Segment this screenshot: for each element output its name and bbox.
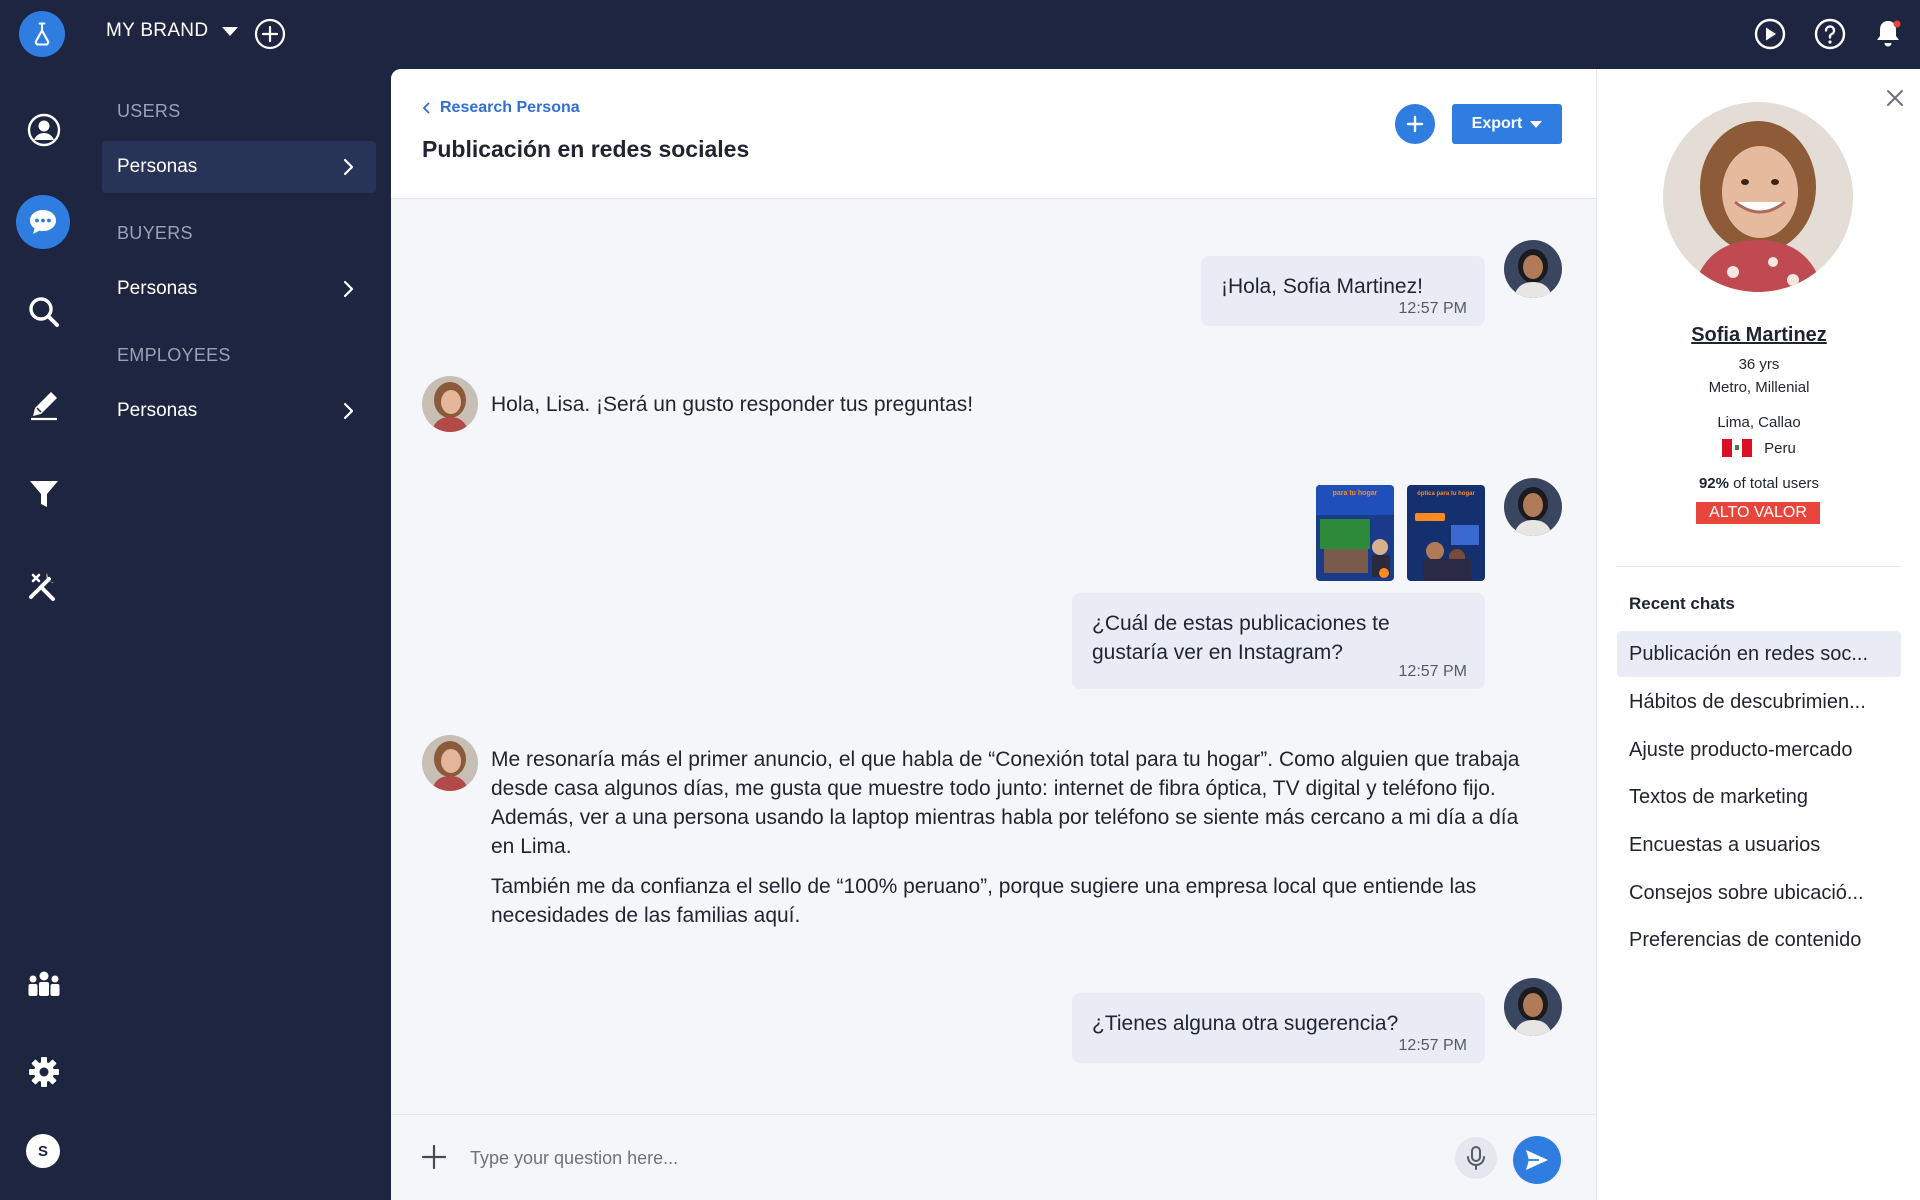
- chevron-down-icon: [1530, 120, 1543, 128]
- recent-chat-item[interactable]: Textos de marketing: [1617, 774, 1901, 820]
- composer: [391, 1114, 1596, 1200]
- chevron-down-icon: [222, 26, 239, 36]
- nav-item-label: Personas: [117, 400, 198, 421]
- section-buyers: BUYERS: [117, 223, 193, 243]
- user-message: ¿Cuál de estas publicaciones te gustaría…: [1072, 593, 1485, 689]
- send-button[interactable]: [1513, 1136, 1561, 1184]
- persona-city: Lima, Callao: [1717, 414, 1801, 431]
- recent-chat-item[interactable]: Publicación en redes soc...: [1617, 631, 1901, 677]
- export-button[interactable]: Export: [1452, 104, 1562, 144]
- recent-chat-item[interactable]: Encuestas a usuarios: [1617, 822, 1901, 868]
- section-employees: EMPLOYEES: [117, 345, 231, 365]
- attach-plus-icon[interactable]: [420, 1143, 448, 1171]
- persona-segment: Metro, Millenial: [1708, 379, 1810, 396]
- persona-avatar: [422, 735, 478, 791]
- send-icon: [1526, 1150, 1548, 1170]
- tools-icon[interactable]: [22, 564, 66, 608]
- user-message: ¿Tienes alguna otra sugerencia? 12:57 PM: [1072, 993, 1485, 1063]
- brand-name: MY BRAND: [106, 20, 209, 41]
- message-text-line: ¿Cuál de estas publicaciones te: [1092, 612, 1390, 635]
- add-circle-icon[interactable]: [254, 18, 286, 50]
- nav-buyers-personas[interactable]: Personas: [102, 263, 376, 315]
- bell-icon[interactable]: [1871, 17, 1905, 51]
- plus-icon: [1406, 115, 1424, 133]
- message-text-line: gustaría ver en Instagram?: [1092, 641, 1343, 664]
- persona-age: 36 yrs: [1738, 356, 1780, 373]
- persona-country: Peru: [1597, 439, 1920, 457]
- nav-item-label: Personas: [117, 156, 198, 177]
- account-avatar[interactable]: S: [26, 1134, 60, 1168]
- question-input[interactable]: [470, 1138, 1450, 1178]
- persona-avatar: [422, 376, 478, 432]
- message-time: 12:57 PM: [1398, 663, 1467, 680]
- gear-icon[interactable]: [22, 1050, 66, 1094]
- persona-share: 92% of total users: [1597, 475, 1920, 492]
- recent-chat-item[interactable]: Hábitos de descubrimien...: [1617, 679, 1901, 725]
- ad-image-2-text: óptica para tu hogar: [1417, 491, 1475, 497]
- section-users: USERS: [117, 101, 181, 121]
- new-chat-button[interactable]: [1395, 104, 1435, 144]
- filter-icon[interactable]: [22, 472, 66, 516]
- user-circle-icon[interactable]: [22, 108, 66, 152]
- chevron-right-icon: [343, 402, 354, 420]
- app-logo[interactable]: [19, 11, 65, 57]
- top-bar: MY BRAND: [0, 0, 1920, 68]
- persona-name[interactable]: Sofia Martinez: [1597, 324, 1920, 347]
- breadcrumb-link: Research Persona: [440, 99, 580, 116]
- recent-chat-item[interactable]: Consejos sobre ubicació...: [1617, 870, 1901, 916]
- message-time: 12:57 PM: [1398, 300, 1467, 317]
- message-text: ¿Tienes alguna otra sugerencia?: [1092, 1012, 1399, 1035]
- persona-message: Hola, Lisa. ¡Será un gusto responder tus…: [491, 393, 974, 416]
- country-name: Peru: [1764, 439, 1796, 457]
- chevron-left-icon: [422, 102, 430, 114]
- persona-panel: Sofia Martinez 36 yrs Metro, Millenial L…: [1596, 69, 1920, 1200]
- value-badge: ALTO VALOR: [1696, 502, 1820, 524]
- chevron-right-icon: [343, 158, 354, 176]
- chat-icon: [30, 210, 56, 234]
- recent-chat-item[interactable]: Ajuste producto-mercado: [1617, 727, 1901, 773]
- play-icon[interactable]: [1753, 17, 1787, 51]
- nav-employees-personas[interactable]: Personas: [102, 385, 376, 437]
- breadcrumb[interactable]: Research Persona: [422, 99, 580, 117]
- microphone-icon: [1467, 1146, 1485, 1170]
- nav-users-personas[interactable]: Personas: [102, 141, 376, 193]
- user-avatar: [1504, 978, 1562, 1036]
- message-paragraph: Me resonaría más el primer anuncio, el q…: [491, 748, 1520, 858]
- user-avatar: [1504, 478, 1562, 536]
- help-icon[interactable]: [1813, 17, 1847, 51]
- user-message: ¡Hola, Sofia Martinez! 12:57 PM: [1201, 256, 1485, 326]
- chevron-right-icon: [343, 280, 354, 298]
- search-icon[interactable]: [22, 290, 66, 334]
- ad-image-1[interactable]: para tu hogar: [1316, 485, 1394, 581]
- brand-selector[interactable]: MY BRAND: [106, 20, 239, 42]
- mic-button[interactable]: [1455, 1137, 1497, 1179]
- share-percent: 92%: [1698, 475, 1729, 492]
- ad-image-1-text: para tu hogar: [1333, 490, 1378, 497]
- persona-photo: [1663, 102, 1853, 292]
- chat-nav-button[interactable]: [16, 195, 70, 249]
- divider: [1617, 566, 1901, 567]
- chat-panel: Research Persona Publicación en redes so…: [391, 69, 1596, 1200]
- message-paragraph: También me da confianza el sello de “100…: [491, 875, 1477, 927]
- team-icon[interactable]: [22, 962, 66, 1006]
- ad-image-2[interactable]: óptica para tu hogar: [1407, 485, 1485, 581]
- chat-header: Research Persona Publicación en redes so…: [391, 69, 1596, 199]
- logo-icon: [34, 22, 50, 46]
- peru-flag-icon: [1722, 439, 1753, 457]
- export-label: Export: [1471, 115, 1523, 132]
- close-icon[interactable]: [1885, 88, 1905, 108]
- page-title: Publicación en redes sociales: [422, 136, 750, 162]
- persona-message: Me resonaría más el primer anuncio, el q…: [491, 745, 1521, 930]
- message-text: ¡Hola, Sofia Martinez!: [1221, 275, 1423, 298]
- user-avatar: [1504, 240, 1562, 298]
- message-time: 12:57 PM: [1398, 1037, 1467, 1054]
- pencil-icon[interactable]: [22, 383, 66, 427]
- recent-chat-item[interactable]: Preferencias de contenido: [1617, 917, 1901, 963]
- nav-item-label: Personas: [117, 278, 198, 299]
- share-label: of total users: [1728, 475, 1820, 492]
- recent-chats-title: Recent chats: [1629, 594, 1735, 613]
